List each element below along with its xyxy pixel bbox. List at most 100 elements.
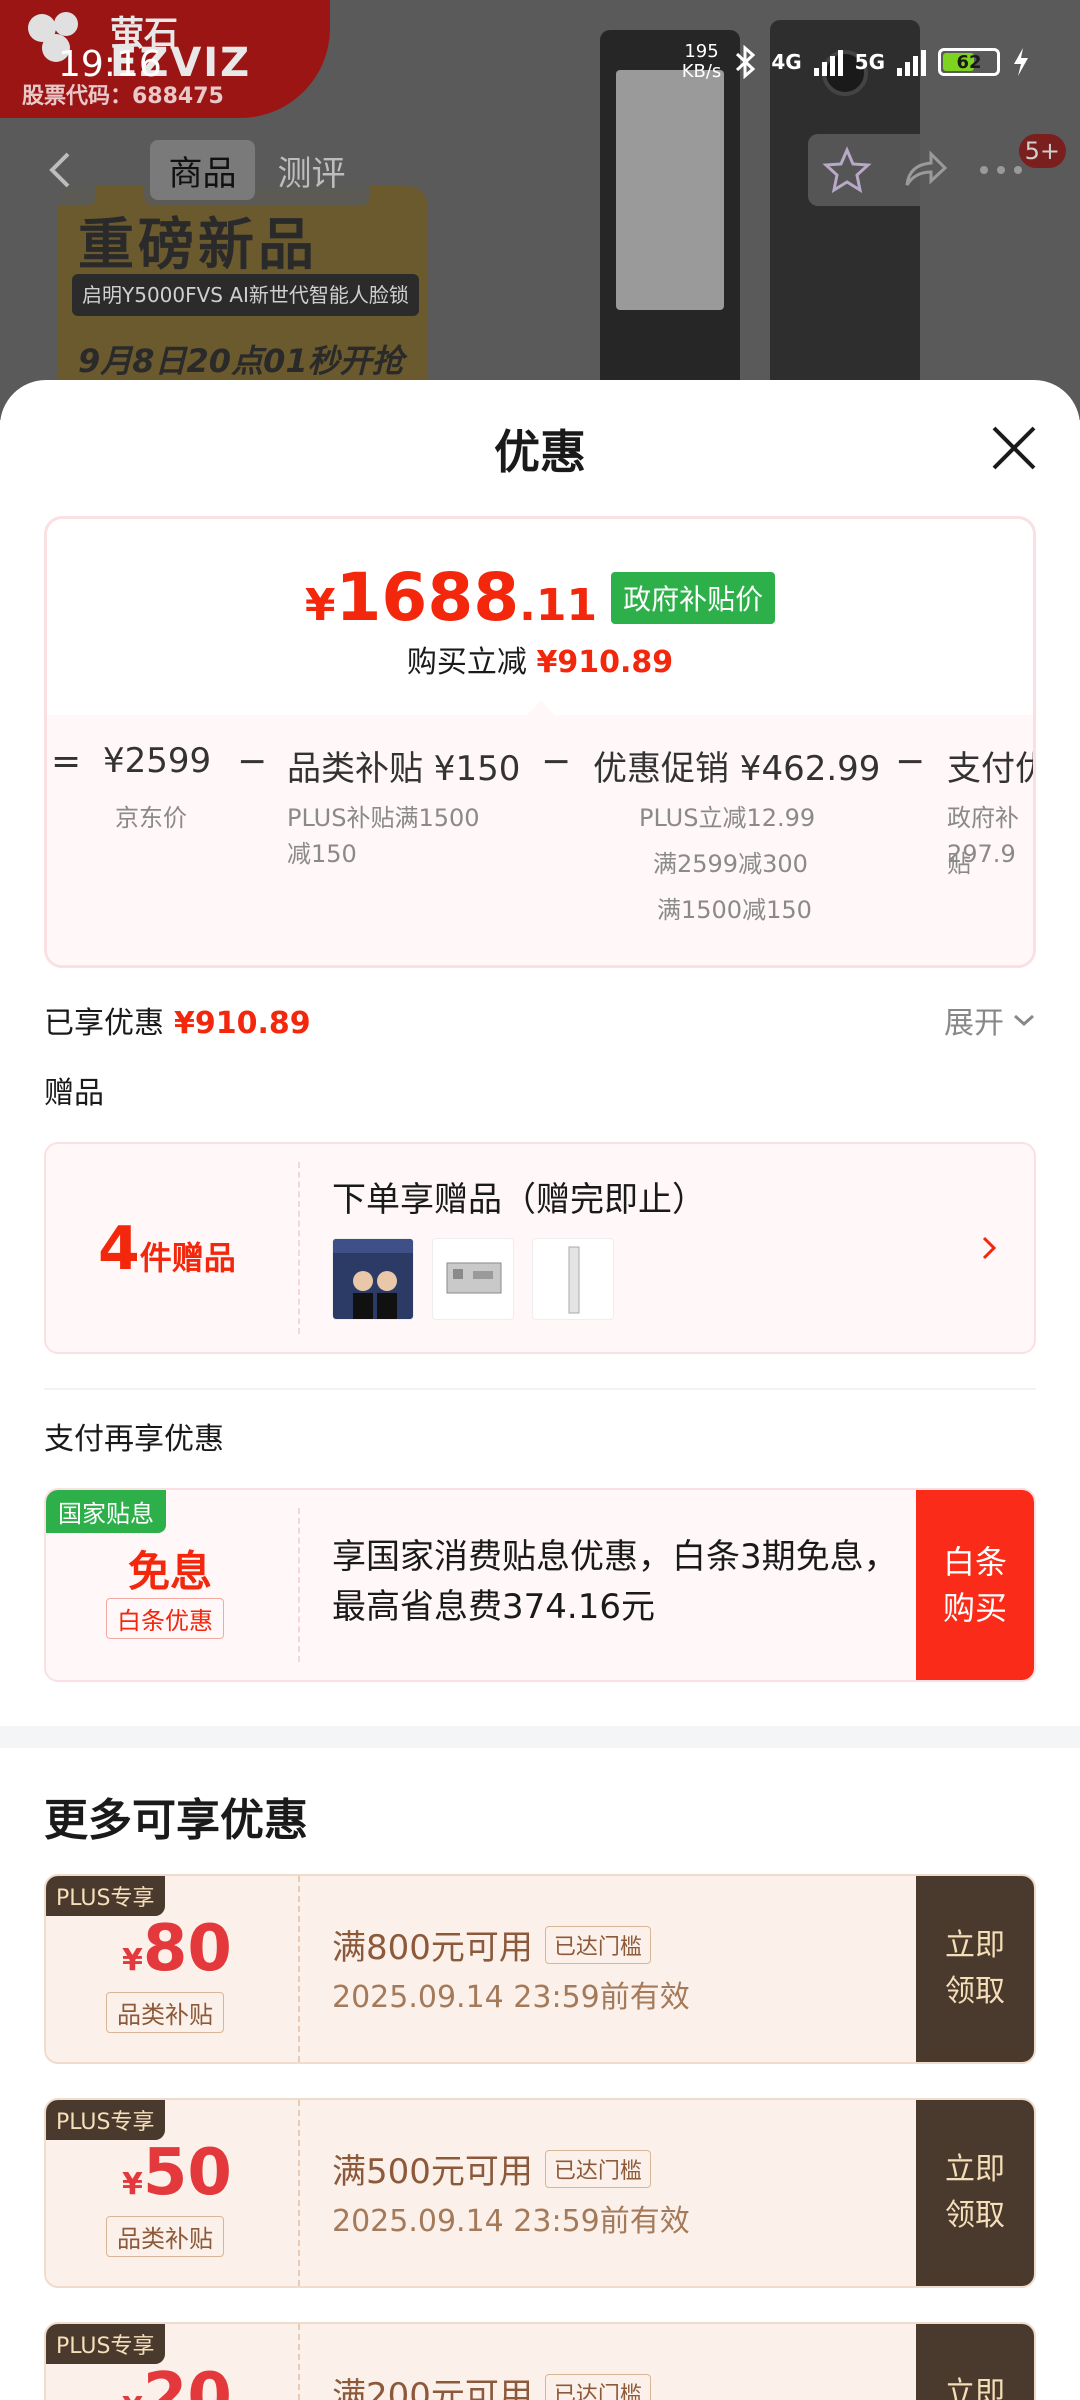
gift-title: 下单享赠品（赠完即止） xyxy=(332,1180,706,1220)
breakdown-payment: 支付优 xyxy=(947,749,1033,789)
coupon-currency: ¥ xyxy=(122,1943,143,1978)
national-interest-flag: 国家贴息 xyxy=(46,1490,166,1533)
breakdown-jd-price-note: 京东价 xyxy=(115,804,187,832)
signal-1-icon xyxy=(813,48,843,76)
plus-exclusive-flag: PLUS专享 xyxy=(46,2324,165,2364)
coupon-currency: ¥ xyxy=(122,2167,143,2202)
tab-review[interactable]: 测评 xyxy=(259,140,364,200)
claim-coupon-button[interactable]: 立即领取 xyxy=(916,2324,1034,2400)
coupon-validity: 2025.09.14 23:59前有效 xyxy=(332,1980,690,2015)
claim-coupon-label: 立即领取 xyxy=(945,2152,1005,2233)
status-time: 19:16 xyxy=(58,44,162,85)
gift-service-image xyxy=(333,1239,413,1319)
baitiao-description: 享国家消费贴息优惠，白条3期免息，最高省息费374.16元 xyxy=(332,1537,898,1627)
coupon-condition-text: 满800元可用 xyxy=(332,1928,533,1968)
breakdown-promotion-note-2: 满2599减300 xyxy=(653,850,808,878)
back-button[interactable] xyxy=(24,134,96,206)
gift-thumbnail-service[interactable] xyxy=(332,1238,414,1320)
bluetooth-icon xyxy=(736,45,756,79)
chevron-right-icon xyxy=(982,1236,997,1260)
claim-coupon-label: 立即领取 xyxy=(945,2376,1005,2400)
gift-card[interactable]: 4件赠品 下单享赠品（赠完即止） xyxy=(44,1142,1036,1354)
breakdown-promotion-note-1: PLUS立减12.99 xyxy=(639,804,816,832)
network-speed-value: 195 xyxy=(684,41,719,62)
more-discounts-title: 更多可享优惠 xyxy=(44,1795,308,1846)
baitiao-card: 国家贴息 免息 白条优惠 享国家消费贴息优惠，白条3期免息，最高省息费374.1… xyxy=(44,1488,1036,1682)
expand-button[interactable]: 展开 xyxy=(944,998,1036,1042)
coupon-condition: 满200元可用 已达门槛 xyxy=(332,2368,651,2400)
share-icon[interactable] xyxy=(899,145,949,195)
final-price: ¥ 1688 .11 政府补贴价 xyxy=(47,559,1033,636)
promo-banner-tag: 启明Y5000FVS AI新世代智能人脸锁 xyxy=(72,274,419,316)
coupon-divider xyxy=(298,2100,300,2286)
gift-divider xyxy=(298,1162,300,1334)
more-icon[interactable] xyxy=(976,160,1026,180)
claim-coupon-button[interactable]: 立即领取 xyxy=(916,1876,1034,2062)
promo-banner-date: 9月8日20点01秒开抢 xyxy=(78,342,404,380)
tab-product[interactable]: 商品 xyxy=(150,140,255,200)
promo-banner-title: 重磅新品 xyxy=(78,213,318,278)
breakdown-jd-price: ¥2599 xyxy=(103,741,212,781)
pay-section-label: 支付再享优惠 xyxy=(44,1422,224,1457)
breakdown-category-subsidy: 品类补贴 ¥150 xyxy=(287,749,521,789)
coupon-amount: ¥80 xyxy=(122,1912,232,1986)
gift-count: 4件赠品 xyxy=(98,1214,236,1284)
coupon-divider xyxy=(298,1876,300,2062)
coupon-currency: ¥ xyxy=(122,2391,143,2400)
enjoyed-discount: 已享优惠 ¥910.89 xyxy=(44,998,311,1042)
chevron-left-icon xyxy=(49,152,70,188)
network-speed: 195 KB/s xyxy=(682,42,722,82)
favorite-star-icon[interactable] xyxy=(822,145,872,195)
discount-sheet: 优惠 ¥ 1688 .11 政府补贴价 购买立减 ¥910.89 = ¥2599… xyxy=(0,380,1080,2400)
minus-sign: − xyxy=(541,741,572,782)
charging-icon xyxy=(1014,48,1028,76)
coupon-condition: 满500元可用 已达门槛 xyxy=(332,2144,651,2193)
price-integer: 1688 xyxy=(335,559,520,636)
pay-divider xyxy=(298,1508,300,1662)
minus-sign: − xyxy=(895,741,926,782)
battery-icon: 62 xyxy=(938,48,1000,76)
threshold-reached-tag: 已达门槛 xyxy=(544,2373,651,2400)
baitiao-buy-button[interactable]: 白条购买 xyxy=(916,1490,1034,1680)
price-reduction-value: ¥910.89 xyxy=(536,645,674,680)
gift-thumbnail-lock-body[interactable] xyxy=(432,1238,514,1320)
price-currency: ¥ xyxy=(304,580,336,631)
status-icons: 195 KB/s 4G 5G 62 xyxy=(682,42,1030,82)
coupon-condition-text: 满200元可用 xyxy=(332,2376,533,2400)
gift-lock-body-image xyxy=(446,1262,502,1294)
coupon-condition-text: 满500元可用 xyxy=(332,2152,533,2192)
chevron-down-icon xyxy=(1014,1014,1034,1027)
gift-count-text: 件赠品 xyxy=(139,1239,236,1277)
sheet-title: 优惠 xyxy=(494,425,586,479)
coupon-value: 50 xyxy=(142,2136,232,2210)
signal-2-icon xyxy=(897,48,926,76)
minus-sign: − xyxy=(237,741,268,782)
baitiao-buy-label: 白条购买 xyxy=(943,1543,1008,1627)
coupon-condition: 满800元可用 已达门槛 xyxy=(332,1920,651,1969)
gift-thumbnail-strike-plate[interactable] xyxy=(532,1238,614,1320)
equals-sign: = xyxy=(51,741,82,782)
coupon-divider xyxy=(298,2324,300,2400)
price-reduction-label: 购买立减 xyxy=(406,645,527,680)
close-icon[interactable] xyxy=(986,420,1042,476)
enjoyed-discount-value: ¥910.89 xyxy=(174,1006,311,1041)
coupon-type: 品类补贴 xyxy=(106,2216,224,2257)
gift-count-number: 4 xyxy=(98,1214,140,1284)
breakdown-promotion-note-3: 满1500减150 xyxy=(657,896,812,924)
divider xyxy=(44,1388,1036,1390)
gov-subsidy-tag: 政府补贴价 xyxy=(611,571,776,624)
breakdown-payment-note-2: 297.9 xyxy=(947,840,1016,868)
status-bar: 19:16 195 KB/s 4G 5G 62 xyxy=(0,0,1080,110)
price-reduction: 购买立减 ¥910.89 xyxy=(47,637,1033,681)
gift-strike-plate-image xyxy=(568,1246,580,1314)
network-speed-unit: KB/s xyxy=(681,61,722,82)
network-type-1: 4G xyxy=(771,50,802,74)
plus-exclusive-flag: PLUS专享 xyxy=(46,1876,165,1916)
interest-free-label: 免息 xyxy=(128,1547,213,1596)
price-decimal: .11 xyxy=(519,580,598,631)
price-breakdown[interactable]: = ¥2599 京东价 − 品类补贴 ¥150 PLUS补贴满1500 减150… xyxy=(47,715,1033,965)
network-type-2: 5G xyxy=(854,50,885,74)
coupon-card: PLUS专享 ¥80 品类补贴 满800元可用 已达门槛 2025.09.14 … xyxy=(44,1874,1036,2064)
claim-coupon-button[interactable]: 立即领取 xyxy=(916,2100,1034,2286)
nav-actions xyxy=(808,134,1040,206)
